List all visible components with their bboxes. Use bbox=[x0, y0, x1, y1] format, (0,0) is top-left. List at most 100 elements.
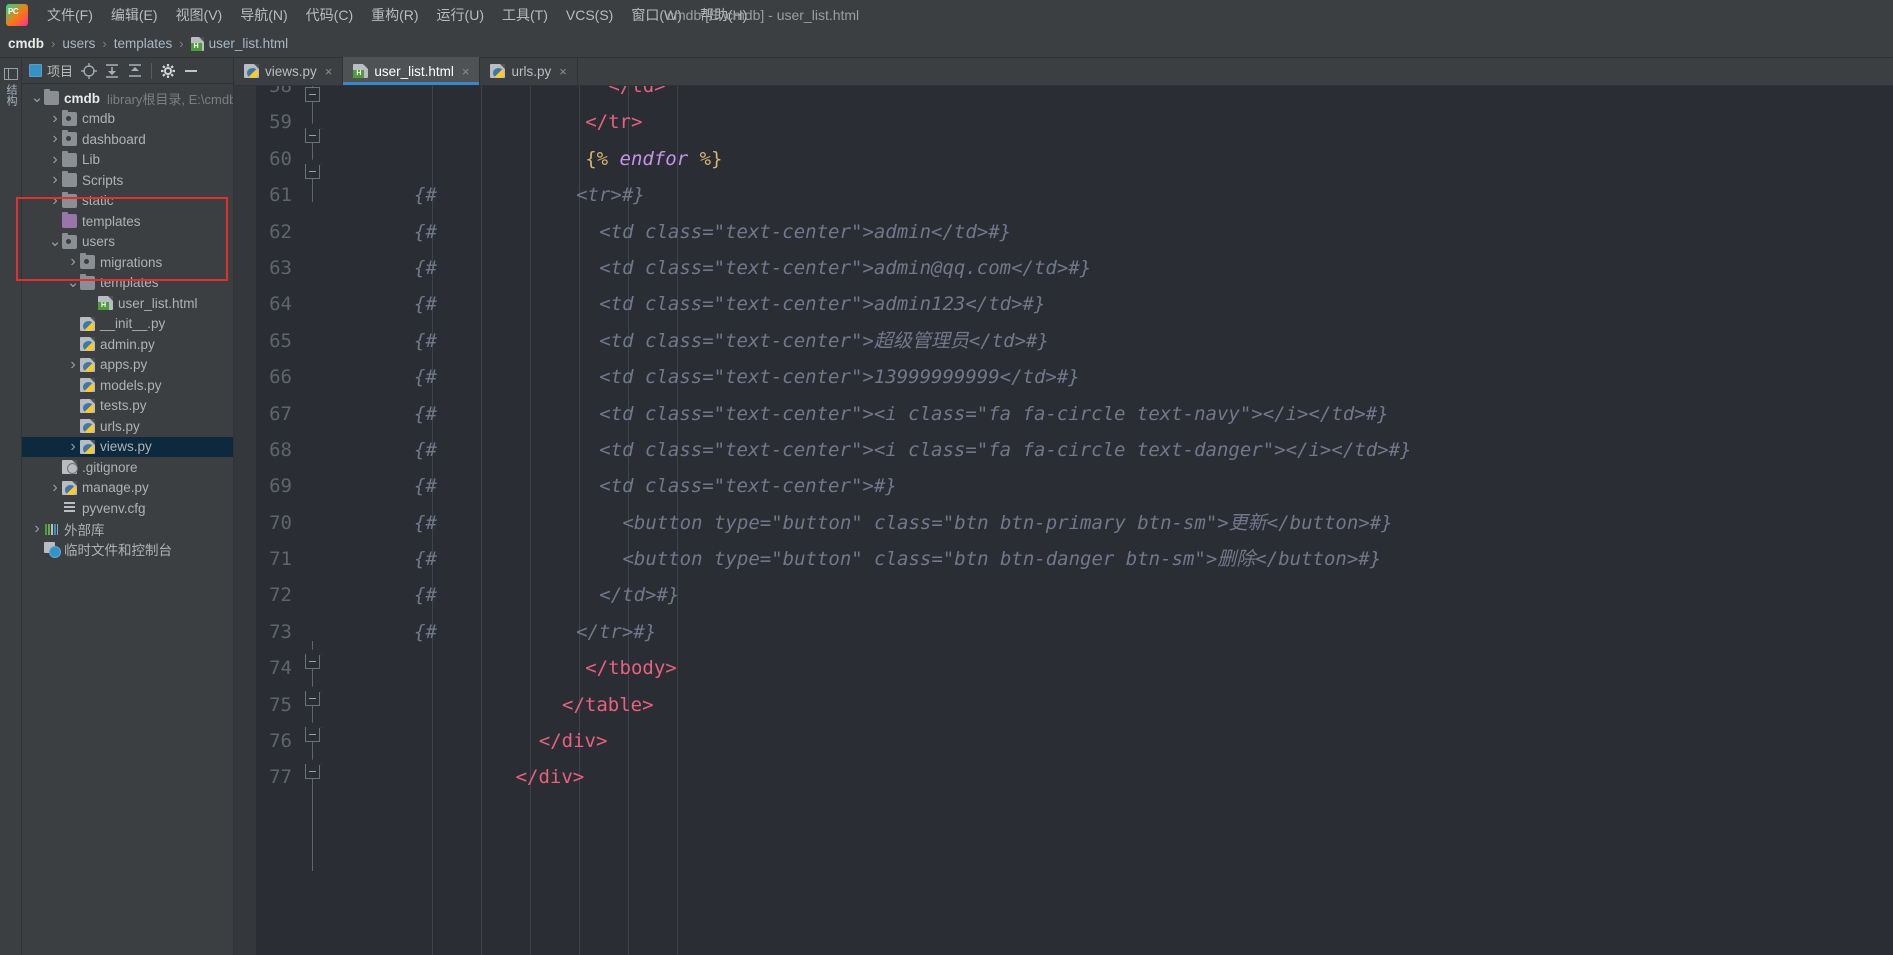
tree-node-cmdb-root[interactable]: ⌄ cmdb library根目录, E:\cmdb bbox=[22, 88, 233, 109]
chevron-down-icon[interactable]: ⌄ bbox=[48, 234, 62, 249]
tree-node-manage-py[interactable]: › manage.py bbox=[22, 478, 233, 499]
structure-tool-button[interactable]: 结构 bbox=[0, 80, 22, 110]
collapse-all-icon[interactable] bbox=[102, 61, 122, 81]
code-line[interactable]: {# <td class="text-center">13999999999</t… bbox=[326, 359, 1893, 395]
menu-view[interactable]: 视图(V) bbox=[167, 1, 232, 29]
code-line[interactable]: {# <td class="text-center">超级管理员</td>#} bbox=[326, 323, 1893, 359]
folder-purple-icon bbox=[62, 212, 77, 229]
menu-refactor[interactable]: 重构(R) bbox=[362, 1, 427, 29]
code-line[interactable]: {# <tr>#} bbox=[326, 177, 1893, 213]
tree-node-user-list-html[interactable]: user_list.html bbox=[22, 293, 233, 314]
code-line[interactable]: </div> bbox=[326, 723, 1893, 759]
line-number: 60 bbox=[269, 147, 292, 170]
code-line[interactable]: {# <td class="text-center">admin123</td>#… bbox=[326, 286, 1893, 322]
chevron-right-icon[interactable]: › bbox=[66, 356, 80, 374]
tree-node-init-py[interactable]: __init__.py bbox=[22, 314, 233, 335]
tree-node-dashboard[interactable]: › dashboard bbox=[22, 129, 233, 150]
breadcrumb-item-templates[interactable]: templates bbox=[114, 36, 173, 51]
close-icon[interactable]: × bbox=[462, 64, 470, 79]
code-token-tag: </tbody> bbox=[585, 657, 677, 680]
menu-tools[interactable]: 工具(T) bbox=[493, 1, 557, 29]
line-number: 59 bbox=[269, 111, 292, 134]
editor-tab-user-list-html[interactable]: user_list.html × bbox=[343, 57, 481, 85]
tree-node-users[interactable]: ⌄ users bbox=[22, 232, 233, 253]
line-number: 72 bbox=[269, 584, 292, 607]
tree-node-urls-py[interactable]: urls.py bbox=[22, 416, 233, 437]
tree-node-views-py[interactable]: › views.py bbox=[22, 436, 233, 457]
menu-vcs[interactable]: VCS(S) bbox=[557, 3, 622, 27]
code-editor[interactable]: 58 59 60 61 62 63 64 65 66 67 68 69 70 71 72 73 74 75 76 77 bbox=[234, 86, 1893, 955]
tree-node-admin-py[interactable]: admin.py bbox=[22, 334, 233, 355]
line-number: 62 bbox=[269, 220, 292, 243]
tree-node-lib[interactable]: › Lib bbox=[22, 150, 233, 171]
chevron-right-icon[interactable]: › bbox=[48, 171, 62, 189]
tree-node-cmdb[interactable]: › cmdb bbox=[22, 109, 233, 130]
code-token-comment: <td class="text-center">13999999999</td>… bbox=[599, 366, 1080, 389]
tree-node-apps-py[interactable]: › apps.py bbox=[22, 355, 233, 376]
menu-run[interactable]: 运行(U) bbox=[428, 1, 493, 29]
menu-navigate[interactable]: 导航(N) bbox=[231, 1, 296, 29]
line-number: 73 bbox=[269, 620, 292, 643]
tree-node-tests-py[interactable]: tests.py bbox=[22, 396, 233, 417]
breadcrumb-item-cmdb[interactable]: cmdb bbox=[8, 36, 44, 51]
code-line[interactable]: {# <td class="text-center"><i class="fa f… bbox=[326, 396, 1893, 432]
main-area: 结构 项目 ⌄ cmdb library根目录, E:\cmdb › cmdb … bbox=[0, 57, 1893, 955]
hide-minus-icon[interactable] bbox=[181, 61, 201, 81]
editor-vertical-scrollbar[interactable] bbox=[1881, 86, 1893, 955]
project-tool-icon[interactable] bbox=[3, 68, 18, 80]
close-icon[interactable]: × bbox=[559, 64, 567, 79]
code-line[interactable]: {% endfor %} bbox=[326, 141, 1893, 177]
chevron-right-icon[interactable]: › bbox=[48, 151, 62, 169]
code-line[interactable]: {# <button type="button" class="btn btn-p… bbox=[326, 505, 1893, 541]
close-icon[interactable]: × bbox=[325, 64, 333, 79]
tree-node-scratches-consoles[interactable]: 临时文件和控制台 bbox=[22, 539, 233, 560]
breadcrumb-item-user-list-html[interactable]: user_list.html bbox=[209, 36, 289, 51]
expand-all-icon[interactable] bbox=[125, 61, 145, 81]
editor-tab-urls-py[interactable]: urls.py × bbox=[480, 57, 578, 85]
code-line[interactable]: </td> bbox=[326, 86, 1893, 104]
chevron-right-icon[interactable]: › bbox=[66, 253, 80, 271]
menu-edit[interactable]: 编辑(E) bbox=[102, 1, 167, 29]
code-line[interactable]: </table> bbox=[326, 687, 1893, 723]
tree-node-migrations[interactable]: › migrations bbox=[22, 252, 233, 273]
chevron-right-icon[interactable]: › bbox=[30, 520, 44, 538]
code-line[interactable]: {# </tr>#} bbox=[326, 614, 1893, 650]
line-number: 69 bbox=[269, 475, 292, 498]
tree-node-label: static bbox=[82, 193, 114, 209]
code-line[interactable]: </tbody> bbox=[326, 650, 1893, 686]
code-line[interactable]: {# <td class="text-center">#} bbox=[326, 468, 1893, 504]
tree-node-static[interactable]: › static bbox=[22, 191, 233, 212]
code-line[interactable]: {# <td class="text-center">admin</td>#} bbox=[326, 214, 1893, 250]
code-line[interactable]: {# <td class="text-center"><i class="fa f… bbox=[326, 432, 1893, 468]
editor-tab-views-py[interactable]: views.py × bbox=[234, 57, 344, 85]
tree-node-pyvenv-cfg[interactable]: pyvenv.cfg bbox=[22, 498, 233, 519]
tree-node-gitignore[interactable]: .gitignore bbox=[22, 457, 233, 478]
breadcrumb-item-users[interactable]: users bbox=[62, 36, 95, 51]
locate-icon[interactable] bbox=[79, 61, 99, 81]
tree-node-models-py[interactable]: models.py bbox=[22, 375, 233, 396]
menu-code[interactable]: 代码(C) bbox=[297, 1, 362, 29]
chevron-down-icon[interactable]: ⌄ bbox=[30, 90, 44, 105]
folder-icon bbox=[44, 89, 59, 106]
code-text-column[interactable]: </td> </tr> {% endfor %} {# <tr>#} {# <td clas… bbox=[326, 86, 1893, 955]
tree-node-users-templates[interactable]: ⌄ templates bbox=[22, 273, 233, 294]
settings-gear-icon[interactable] bbox=[158, 61, 178, 81]
tree-node-scripts[interactable]: › Scripts bbox=[22, 170, 233, 191]
project-tree[interactable]: ⌄ cmdb library根目录, E:\cmdb › cmdb › dashboard ›… bbox=[22, 84, 233, 955]
code-token-tag: </tr> bbox=[585, 111, 643, 134]
chevron-right-icon[interactable]: › bbox=[48, 479, 62, 497]
code-folding-column[interactable] bbox=[300, 86, 326, 955]
code-line[interactable]: </div> bbox=[326, 759, 1893, 795]
tree-node-external-libraries[interactable]: › 外部库 bbox=[22, 519, 233, 540]
chevron-right-icon[interactable]: › bbox=[66, 438, 80, 456]
code-line[interactable]: </tr> bbox=[326, 104, 1893, 140]
chevron-down-icon[interactable]: ⌄ bbox=[66, 275, 80, 290]
chevron-right-icon[interactable]: › bbox=[48, 192, 62, 210]
menu-file[interactable]: 文件(F) bbox=[38, 1, 102, 29]
code-line[interactable]: {# </td>#} bbox=[326, 577, 1893, 613]
tree-node-templates-root[interactable]: templates bbox=[22, 211, 233, 232]
code-line[interactable]: {# <button type="button" class="btn btn-d… bbox=[326, 541, 1893, 577]
code-line[interactable]: {# <td class="text-center">admin@qq.com</… bbox=[326, 250, 1893, 286]
chevron-right-icon[interactable]: › bbox=[48, 110, 62, 128]
chevron-right-icon[interactable]: › bbox=[48, 130, 62, 148]
